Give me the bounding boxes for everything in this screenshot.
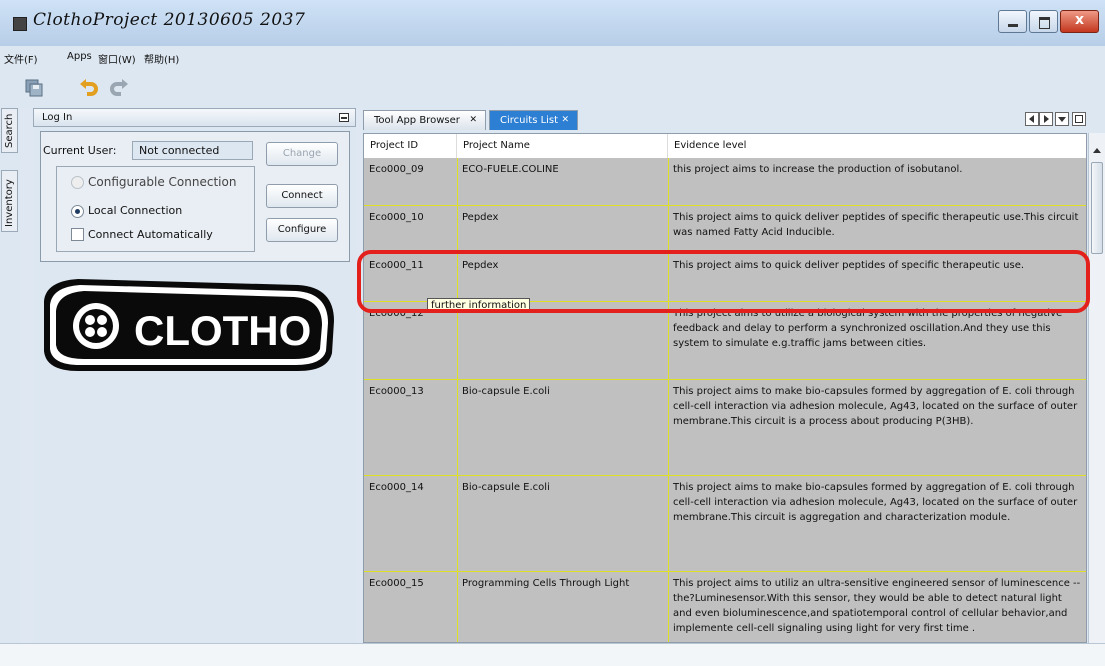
login-panel-header: Log In [33, 108, 356, 127]
cell-project-name: Bio-capsule E.coli [462, 386, 550, 397]
connection-options: Configurable Connection Local Connection… [56, 166, 255, 252]
scroll-up-icon[interactable] [1092, 146, 1102, 154]
save-all-icon[interactable] [24, 78, 44, 98]
configurable-connection-radio[interactable] [71, 176, 84, 189]
window-title: ClothoProject 20130605 2037 [33, 10, 306, 30]
maximize-button[interactable] [1029, 10, 1058, 33]
login-panel-title: Log In [42, 112, 73, 123]
panel-minimize-icon[interactable] [339, 113, 349, 122]
title-bar[interactable]: ClothoProject 20130605 2037 x [0, 0, 1105, 46]
column-divider [668, 158, 669, 642]
local-connection-radio[interactable] [71, 205, 84, 218]
tab-list-dropdown-icon[interactable] [1055, 112, 1069, 126]
cell-project-id: Eco000_13 [369, 386, 424, 397]
cell-project-id: Eco000_09 [369, 164, 424, 175]
close-tab-icon[interactable]: ✕ [469, 111, 477, 130]
configure-button[interactable]: Configure [266, 218, 338, 242]
cell-evidence-level: This project aims to make bio-capsules f… [673, 482, 1078, 523]
redo-icon[interactable] [109, 78, 129, 98]
configurable-connection-label: Configurable Connection [88, 175, 237, 189]
scroll-tabs-left-icon[interactable] [1025, 112, 1039, 126]
table-row[interactable]: Eco000_10 Pepdex This project aims to qu… [364, 206, 1086, 254]
side-tab-bar: Search Inventory [0, 108, 20, 643]
tab-tool-app-browser[interactable]: Tool App Browser ✕ [363, 110, 486, 130]
column-header-project-name[interactable]: Project Name [457, 134, 668, 158]
cell-project-name: Bio-capsule E.coli [462, 482, 550, 493]
cell-project-name: Programming Cells Through Light [462, 578, 630, 589]
circuits-table: Project ID Project Name Evidence level E… [363, 133, 1087, 643]
scroll-tabs-right-icon[interactable] [1039, 112, 1053, 126]
column-divider [457, 158, 458, 642]
logo-text: CLOTHO [134, 307, 311, 354]
minimize-button[interactable] [998, 10, 1027, 33]
toolbar [0, 68, 1105, 108]
local-connection-label: Local Connection [88, 204, 183, 217]
tab-search[interactable]: Search [1, 108, 18, 153]
vertical-scrollbar[interactable] [1088, 133, 1105, 643]
change-button[interactable]: Change [266, 142, 338, 166]
undo-icon[interactable] [79, 78, 99, 98]
tab-strip: Tool App Browser ✕ Circuits List ✕ [362, 108, 1105, 133]
menu-bar: 文件(F) Apps 窗口(W) 帮助(H) [0, 46, 1105, 68]
cell-project-name: ECO-FUELE.COLINE [462, 164, 559, 175]
main-panel: Tool App Browser ✕ Circuits List ✕ Project… [362, 108, 1105, 643]
cell-evidence-level: this project aims to increase the produc… [673, 164, 963, 175]
scrollbar-thumb[interactable] [1091, 162, 1103, 254]
menu-file[interactable]: 文件(F) [4, 51, 38, 66]
connect-button[interactable]: Connect [266, 184, 338, 208]
cell-evidence-level: This project aims to make bio-capsules f… [673, 386, 1078, 427]
close-tab-icon[interactable]: ✕ [561, 111, 569, 130]
login-panel: Log In Current User: Not connected Chang… [33, 108, 356, 643]
table-row[interactable]: Eco000_13 Bio-capsule E.coli This projec… [364, 380, 1086, 476]
column-header-project-id[interactable]: Project ID [364, 134, 457, 158]
connect-automatically-checkbox[interactable] [71, 228, 84, 241]
clotho-logo: CLOTHO [44, 279, 334, 371]
status-bar [0, 643, 1105, 666]
cell-project-id: Eco000_10 [369, 212, 424, 223]
cell-evidence-level: This project aims to quick deliver pepti… [673, 212, 1079, 238]
cell-project-name: Pepdex [462, 212, 499, 223]
column-header-evidence-level[interactable]: Evidence level [668, 134, 1086, 158]
cell-project-id: Eco000_14 [369, 482, 424, 493]
connect-automatically-label: Connect Automatically [88, 228, 213, 241]
menu-help[interactable]: 帮助(H) [144, 51, 179, 66]
maximize-panel-icon[interactable] [1072, 112, 1086, 126]
current-user-label: Current User: [43, 144, 117, 157]
table-row[interactable]: Eco000_09 ECO-FUELE.COLINE this project … [364, 158, 1086, 206]
app-icon [13, 17, 27, 31]
close-icon: x [1074, 12, 1085, 28]
menu-window[interactable]: 窗口(W) [98, 51, 136, 66]
close-button[interactable]: x [1060, 10, 1099, 33]
table-header: Project ID Project Name Evidence level [364, 134, 1086, 159]
current-user-field: Not connected [132, 141, 253, 160]
cell-evidence-level: This project aims to utiliz an ultra-sen… [673, 578, 1081, 634]
tab-circuits-list[interactable]: Circuits List ✕ [489, 110, 578, 130]
table-row[interactable]: Eco000_12 This project aims to utilize a… [364, 302, 1086, 380]
tab-inventory[interactable]: Inventory [1, 170, 18, 232]
app-window: ClothoProject 20130605 2037 x 文件(F) Apps… [0, 0, 1105, 666]
menu-apps[interactable]: Apps [67, 51, 92, 62]
cell-project-id: Eco000_15 [369, 578, 424, 589]
table-row[interactable]: Eco000_14 Bio-capsule E.coli This projec… [364, 476, 1086, 572]
highlight-annotation [357, 250, 1090, 313]
table-row[interactable]: Eco000_15 Programming Cells Through Ligh… [364, 572, 1086, 642]
login-box: Current User: Not connected Change Confi… [40, 131, 350, 262]
